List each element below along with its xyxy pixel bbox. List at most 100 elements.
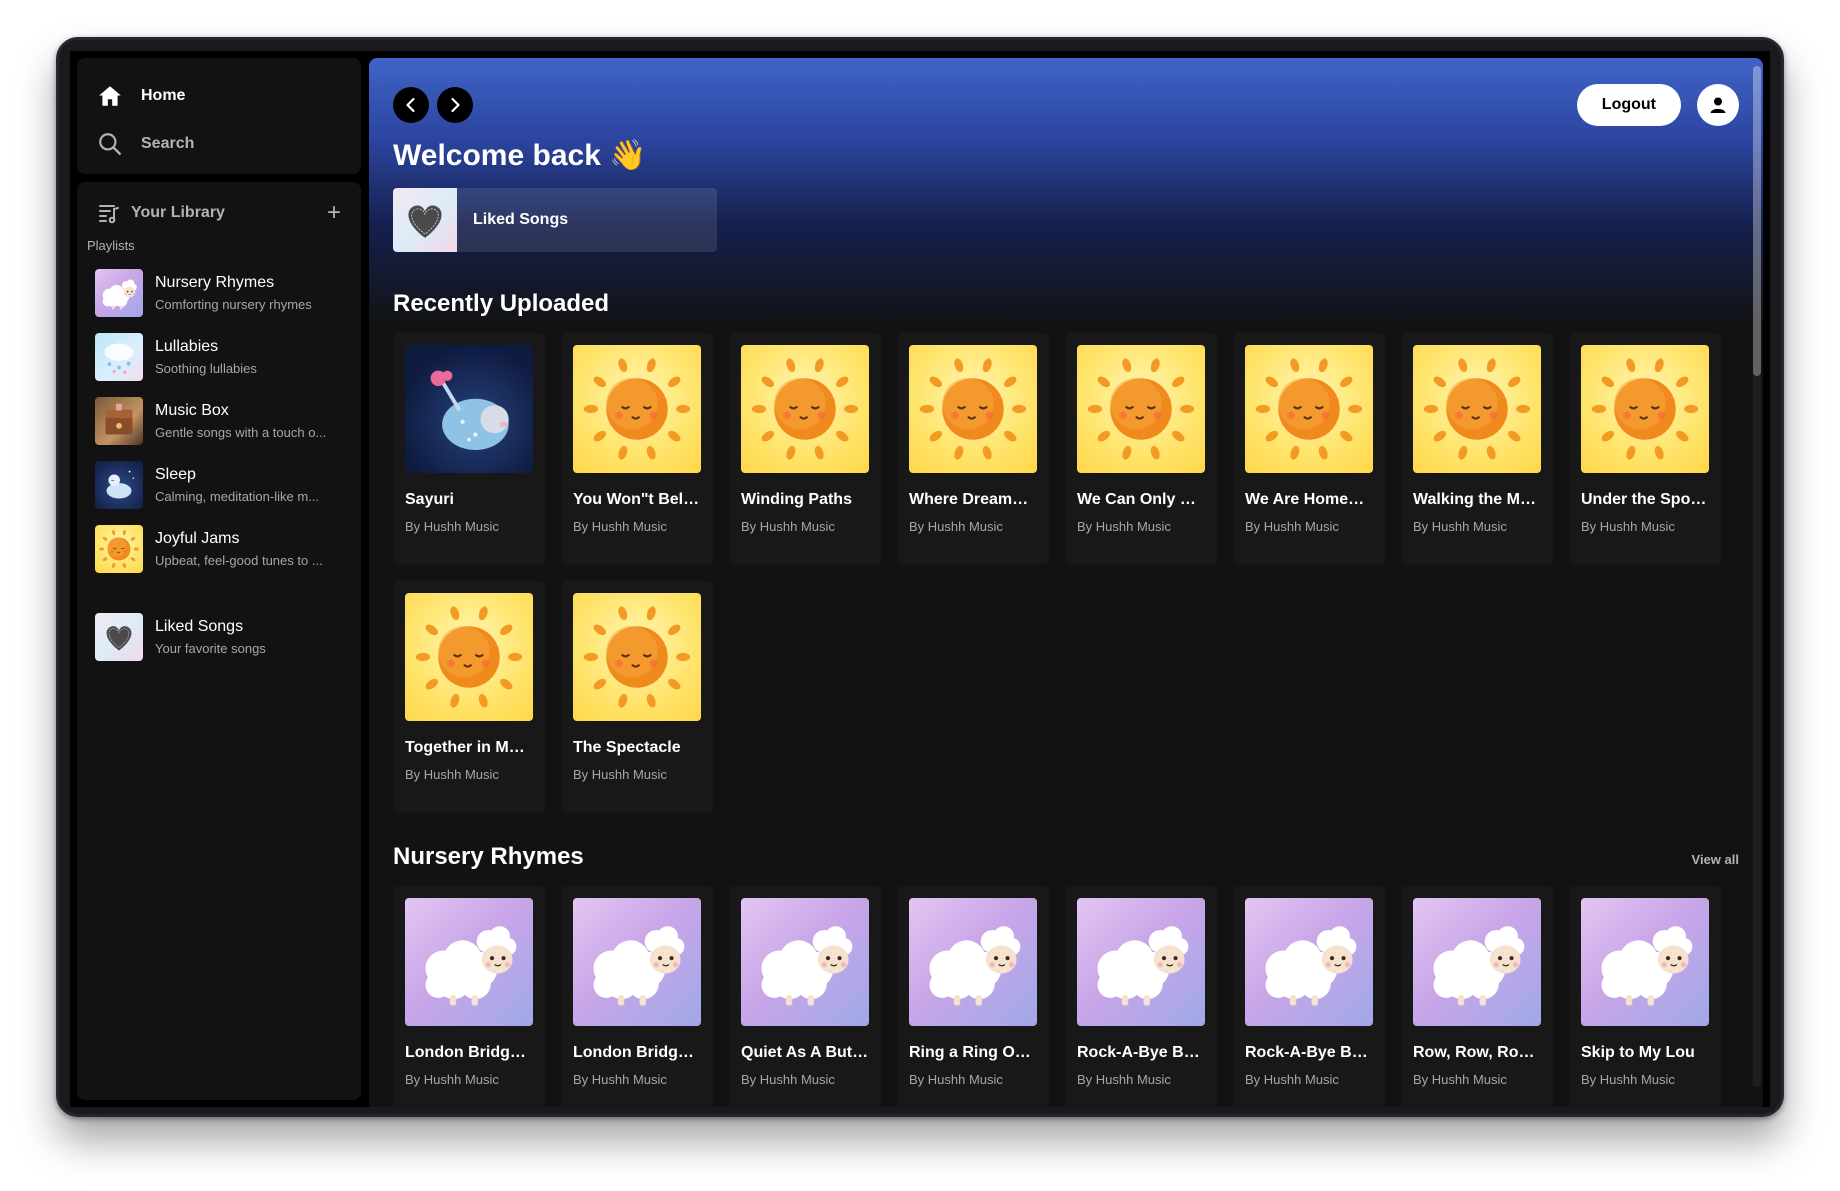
playlist-thumb: [95, 525, 143, 573]
song-cover-art: [909, 345, 1037, 473]
view-all-link[interactable]: View all: [1692, 852, 1739, 867]
playlist-item[interactable]: Music Box Gentle songs with a touch o...: [87, 389, 351, 453]
playlist-item[interactable]: Sleep Calming, meditation-like m...: [87, 453, 351, 517]
playlist-title: Liked Songs: [155, 618, 244, 635]
song-card[interactable]: Sayuri By Hushh Music: [393, 333, 545, 565]
song-cover-art: [1245, 345, 1373, 473]
song-cover-art: [405, 898, 533, 1026]
logout-button[interactable]: Logout: [1576, 84, 1681, 126]
song-title: Ring a Ring O" ...: [909, 1044, 1037, 1061]
song-title: Winding Paths: [741, 491, 852, 508]
song-title: London Bridge I...: [405, 1044, 533, 1061]
song-cover-art: [741, 345, 869, 473]
song-artist: By Hushh Music: [1077, 1072, 1171, 1087]
song-card[interactable]: Rock-A-Bye Baby By Hushh Music: [1233, 886, 1385, 1107]
playlist-title: Sleep: [155, 466, 196, 483]
playlist-item-liked-songs[interactable]: Liked Songs Your favorite songs: [87, 605, 351, 669]
song-card[interactable]: The Spectacle By Hushh Music: [561, 581, 713, 813]
song-card[interactable]: Rock-A-Bye Ba... By Hushh Music: [1065, 886, 1217, 1107]
scrollbar-thumb[interactable]: [1753, 66, 1761, 376]
chevron-right-icon: [451, 97, 460, 113]
profile-button[interactable]: [1697, 84, 1739, 126]
song-title: Quiet As A Butt...: [741, 1044, 869, 1061]
song-artist: By Hushh Music: [1245, 519, 1339, 534]
song-card[interactable]: We Are Homew... By Hushh Music: [1233, 333, 1385, 565]
playlist-item[interactable]: Nursery Rhymes Comforting nursery rhymes: [87, 261, 351, 325]
library-header: Your Library +: [87, 198, 351, 228]
song-card[interactable]: We Can Only O... By Hushh Music: [1065, 333, 1217, 565]
recently-uploaded-header: Recently Uploaded: [393, 290, 1739, 318]
song-artist: By Hushh Music: [1413, 1072, 1507, 1087]
liked-songs-shortcut-art: [393, 188, 457, 252]
song-card[interactable]: Where Dreams ... By Hushh Music: [897, 333, 1049, 565]
nav-home-label: Home: [141, 87, 186, 104]
song-title: Sayuri: [405, 491, 454, 508]
song-cover-art: [573, 593, 701, 721]
song-card[interactable]: Under the Spotl... By Hushh Music: [1569, 333, 1721, 565]
playlist-subtitle: Gentle songs with a touch o...: [155, 425, 327, 440]
search-icon: [99, 133, 121, 155]
forward-button[interactable]: [437, 87, 473, 123]
song-title: Row, Row, Row ...: [1413, 1044, 1541, 1061]
song-card[interactable]: Quiet As A Butt... By Hushh Music: [729, 886, 881, 1107]
song-card[interactable]: Skip to My Lou By Hushh Music: [1569, 886, 1721, 1107]
app-window: Home Search Your Library + Playlists Nur…: [70, 51, 1770, 1107]
song-card[interactable]: Row, Row, Row ... By Hushh Music: [1401, 886, 1553, 1107]
song-artist: By Hushh Music: [1245, 1072, 1339, 1087]
song-artist: By Hushh Music: [1581, 519, 1675, 534]
playlist-subtitle: Calming, meditation-like m...: [155, 489, 319, 504]
playlist-thumb: [95, 461, 143, 509]
back-button[interactable]: [393, 87, 429, 123]
song-cover-art: [573, 898, 701, 1026]
song-artist: By Hushh Music: [573, 519, 667, 534]
nav-search[interactable]: Search: [77, 120, 361, 168]
playlist-subtitle: Comforting nursery rhymes: [155, 297, 312, 312]
song-card[interactable]: London Bridge I... By Hushh Music: [561, 886, 713, 1107]
sidebar: Home Search Your Library + Playlists Nur…: [77, 58, 361, 1100]
song-card[interactable]: London Bridge I... By Hushh Music: [393, 886, 545, 1107]
song-card[interactable]: Winding Paths By Hushh Music: [729, 333, 881, 565]
song-title: You Won"t Belie...: [573, 491, 701, 508]
song-title: The Spectacle: [573, 739, 681, 756]
nav-home[interactable]: Home: [77, 72, 361, 120]
song-title: Rock-A-Bye Baby: [1245, 1044, 1373, 1061]
playlist-item[interactable]: Lullabies Soothing lullabies: [87, 325, 351, 389]
song-title: Walking the Ma...: [1413, 491, 1541, 508]
playlist-title: Lullabies: [155, 338, 219, 355]
song-cover-art: [1077, 898, 1205, 1026]
song-cover-art: [405, 593, 533, 721]
song-title: Rock-A-Bye Ba...: [1077, 1044, 1205, 1061]
liked-songs-thumb: [95, 613, 143, 661]
main-scrollbar[interactable]: [1753, 66, 1761, 1087]
playlist-item-text: Joyful Jams Upbeat, feel-good tunes to .…: [155, 530, 323, 568]
song-artist: By Hushh Music: [573, 1072, 667, 1087]
song-artist: By Hushh Music: [909, 519, 1003, 534]
song-card[interactable]: Together in Mot... By Hushh Music: [393, 581, 545, 813]
section-title: Recently Uploaded: [393, 290, 610, 317]
song-cover-art: [1581, 898, 1709, 1026]
song-cover-art: [1581, 345, 1709, 473]
song-card[interactable]: Walking the Ma... By Hushh Music: [1401, 333, 1553, 565]
song-cover-art: [1413, 898, 1541, 1026]
playlist-item[interactable]: Joyful Jams Upbeat, feel-good tunes to .…: [87, 517, 351, 581]
song-artist: By Hushh Music: [1077, 519, 1171, 534]
liked-songs-shortcut[interactable]: Liked Songs: [393, 188, 717, 252]
library-icon: [99, 205, 119, 224]
song-cover-art: [741, 898, 869, 1026]
welcome-heading: Welcome back 👋: [393, 139, 647, 172]
playlist-thumb: [95, 269, 143, 317]
playlist-item-text: Lullabies Soothing lullabies: [155, 338, 257, 376]
song-artist: By Hushh Music: [741, 1072, 835, 1087]
song-card[interactable]: You Won"t Belie... By Hushh Music: [561, 333, 713, 565]
song-card[interactable]: Ring a Ring O" ... By Hushh Music: [897, 886, 1049, 1107]
liked-songs-shortcut-label: Liked Songs: [473, 211, 569, 228]
song-artist: By Hushh Music: [405, 519, 499, 534]
user-icon: [1710, 97, 1726, 113]
playlist-title: Joyful Jams: [155, 530, 240, 547]
main-panel: Logout Welcome back 👋 Liked Songs Recent…: [369, 58, 1763, 1107]
song-artist: By Hushh Music: [909, 1072, 1003, 1087]
add-playlist-icon[interactable]: +: [327, 201, 341, 225]
nursery-grid: London Bridge I... By Hushh Music London…: [393, 886, 1739, 1107]
library-button[interactable]: Your Library: [97, 201, 225, 225]
chevron-left-icon: [406, 97, 415, 113]
